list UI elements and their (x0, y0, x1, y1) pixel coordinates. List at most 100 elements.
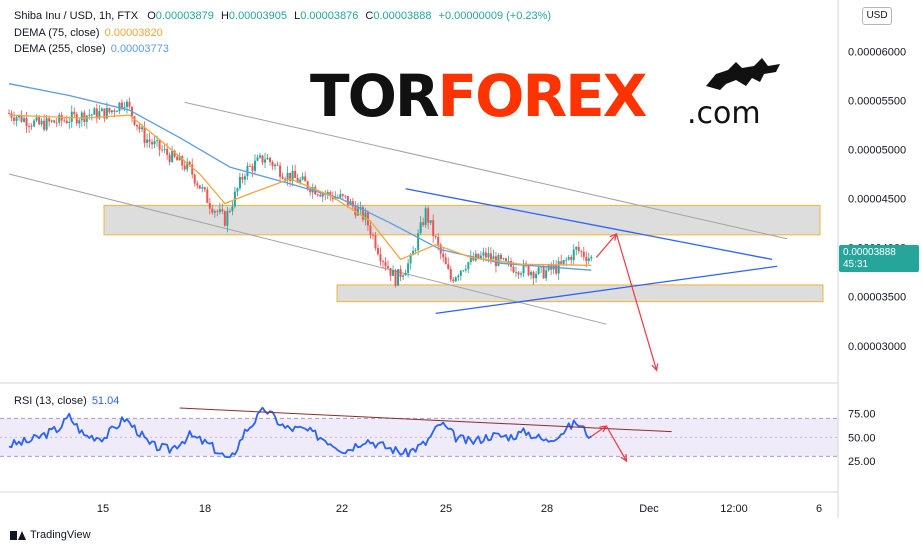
candle-body (198, 185, 201, 189)
support-resistance-zones (103, 204, 824, 303)
chart-stage[interactable]: 0.00006000 0.00005500 0.00005000 0.00004500… (0, 0, 923, 551)
time-tick-label: Dec (639, 503, 659, 515)
candle-body (191, 164, 194, 175)
candle-body (437, 236, 440, 245)
candle-body (281, 176, 284, 179)
candle-body (156, 140, 159, 142)
candle-body (545, 270, 548, 279)
candle-body (85, 115, 88, 122)
candle-body (537, 267, 540, 274)
candle-body (228, 210, 231, 212)
last-price-tag: 0.00003888 45:31 (839, 245, 919, 272)
change-value: +0.00000009 (+0.23%) (438, 10, 552, 22)
dema75-line (8, 114, 592, 266)
candle-body (306, 181, 309, 189)
candle-body (464, 268, 467, 271)
candle-body (13, 117, 16, 121)
candle-body (397, 269, 400, 286)
candle-body (459, 270, 462, 276)
candle-body (520, 273, 523, 275)
time-tick-label: 6 (816, 503, 822, 515)
rsi-tick-label: 50.00 (848, 432, 876, 444)
candle-body (402, 275, 405, 277)
candle-body (123, 107, 126, 108)
candle-body (304, 176, 307, 182)
candle-body (251, 166, 254, 171)
candle-body (487, 253, 490, 258)
candle-body (128, 101, 131, 107)
candle-body (163, 148, 166, 150)
candle-body (65, 120, 68, 124)
currency-button[interactable]: USD (862, 7, 892, 25)
candle-body (15, 117, 18, 121)
dema255-legend[interactable]: DEMA (255, close) 0.00003773 (14, 42, 169, 56)
candle-body (53, 120, 56, 123)
tradingview-logo[interactable]: TradingView (10, 529, 91, 541)
watermark-com: .com (687, 96, 761, 131)
time-tick-label: 22 (336, 503, 348, 515)
candle-body (93, 108, 96, 115)
candle-body (452, 279, 455, 282)
candle-body (269, 157, 272, 163)
candle-body (399, 269, 402, 277)
candle-body (58, 114, 61, 123)
candle-body (482, 252, 485, 256)
watermark-tor: TOR (310, 62, 440, 130)
symbol-ohlc-row: Shiba Inu / USD, 1h, FTX O0.00003879 H0.… (14, 9, 551, 23)
candle-body (143, 127, 146, 143)
candle-body (43, 120, 46, 130)
candle-body (271, 162, 274, 167)
candle-body (585, 256, 588, 261)
candle-body (148, 139, 151, 142)
candle-body (78, 120, 81, 124)
candle-body (434, 235, 437, 237)
candle-body (136, 124, 139, 127)
time-tick-label: 25 (440, 503, 452, 515)
price-tick-label: 0.00005000 (848, 144, 906, 156)
candle-body (73, 111, 76, 115)
candle-body (196, 183, 199, 186)
candle-body (555, 265, 558, 274)
symbol-name[interactable]: Shiba Inu / USD, 1h, FTX (14, 10, 138, 22)
candle-body (218, 209, 221, 212)
candle-body (572, 249, 575, 261)
high-value: 0.00003905 (228, 10, 288, 22)
candle-body (580, 250, 583, 252)
candle-body (429, 220, 432, 223)
dema75-legend[interactable]: DEMA (75, close) 0.00003820 (14, 26, 163, 40)
dema255-label: DEMA (255, close) (14, 43, 106, 55)
dema75-label: DEMA (75, close) (14, 27, 100, 39)
candle-body (48, 118, 51, 122)
candle-body (577, 246, 580, 251)
candle-body (231, 206, 234, 211)
candle-body (376, 248, 379, 255)
candle-body (75, 114, 78, 124)
candle-body (346, 195, 349, 205)
rsi-tick-label: 75.00 (848, 409, 876, 421)
candle-body (414, 250, 417, 251)
candle-body (276, 164, 279, 166)
candle-body (371, 234, 374, 236)
candle-body (407, 263, 410, 273)
candle-body (151, 141, 154, 145)
candle-body (587, 258, 590, 261)
candle-body (241, 176, 244, 180)
candle-body (243, 176, 246, 180)
candle-body (404, 272, 407, 276)
price-tick-label: 0.00005500 (848, 95, 906, 107)
candle-body (339, 194, 342, 198)
candle-body (208, 202, 211, 209)
candle-body (253, 160, 256, 171)
close-value: 0.00003888 (373, 10, 432, 22)
candle-body (444, 257, 447, 265)
candle-body (193, 174, 196, 184)
rsi-legend[interactable]: RSI (13, close) 51.04 (14, 394, 119, 408)
candle-body (489, 253, 492, 260)
candle-body (176, 156, 179, 161)
candle-body (419, 222, 422, 234)
candle-body (527, 265, 530, 276)
candle-body (279, 165, 282, 177)
candle-body (432, 220, 435, 236)
candle-body (113, 110, 116, 112)
candle-body (424, 208, 427, 225)
